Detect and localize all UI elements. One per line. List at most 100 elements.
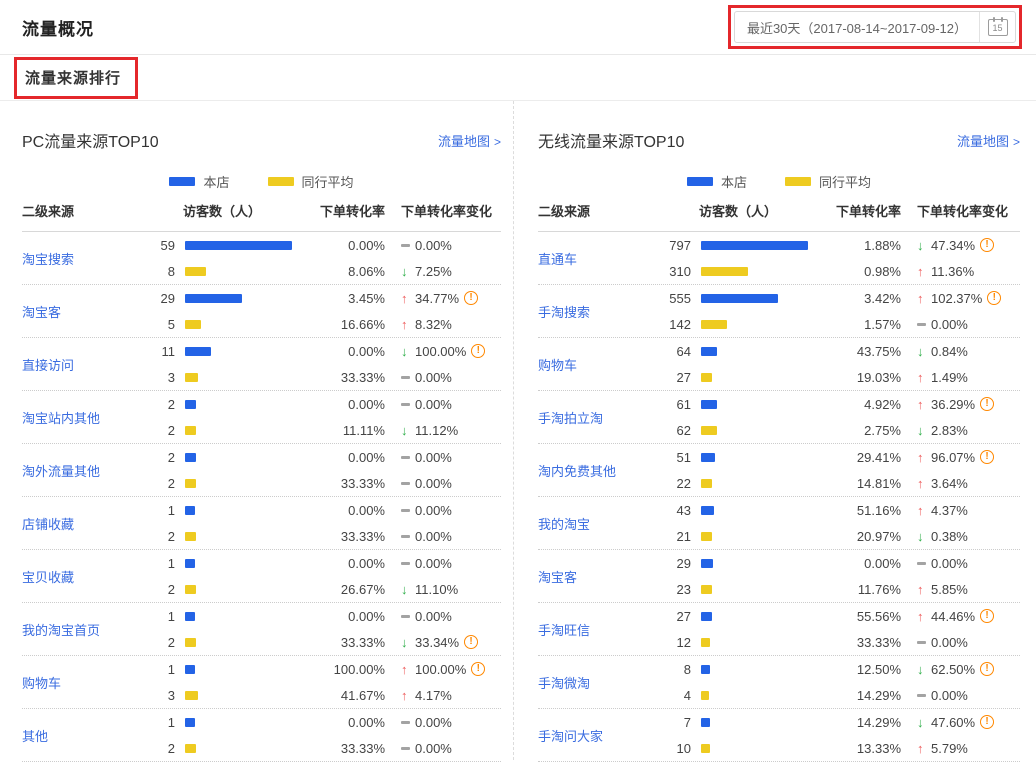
conversion-rate: 0.00% (305, 503, 385, 518)
source-link[interactable]: 其他 (22, 709, 147, 761)
warning-icon[interactable]: ! (980, 238, 994, 252)
visitors-count: 8 (663, 662, 691, 677)
arrow-glyph: ↓ (401, 583, 408, 596)
conversion-rate: 3.42% (821, 291, 901, 306)
pc-traffic-map-link[interactable]: 流量地图> (438, 131, 501, 150)
source-link[interactable]: 手淘拍立淘 (538, 391, 663, 443)
conversion-rate: 1.88% (821, 238, 901, 253)
source-link[interactable]: 淘宝客 (22, 285, 147, 337)
column-header-source: 二级来源 (22, 201, 147, 220)
arrow-glyph: ↑ (401, 663, 408, 676)
down-arrow-icon: ↓ (917, 345, 931, 358)
row-lines: 6443.75%↓0.84%2719.03%↑1.49% (663, 338, 1020, 390)
flat-dash-icon (401, 535, 415, 538)
visitors-count: 5 (147, 317, 175, 332)
peer-line: 516.66%↑8.32% (147, 311, 501, 337)
source-link[interactable]: 店铺收藏 (22, 497, 147, 549)
own-store-bar (701, 665, 710, 674)
own-line: 10.00%0.00% (147, 603, 501, 629)
source-link[interactable]: 购物车 (538, 338, 663, 390)
source-link[interactable]: 手淘旺信 (538, 603, 663, 655)
wireless-traffic-map-link-label: 流量地图 (957, 134, 1009, 149)
conversion-rate: 14.81% (821, 476, 901, 491)
warning-icon[interactable]: ! (980, 450, 994, 464)
own-line: 5553.42%↑102.37%! (663, 285, 1020, 311)
down-arrow-icon: ↓ (401, 345, 415, 358)
peer-average-bar (701, 744, 710, 753)
warning-icon[interactable]: ! (464, 635, 478, 649)
down-arrow-icon: ↓ (401, 265, 415, 278)
bar-track (185, 506, 305, 515)
table-row: 店铺收藏10.00%0.00%233.33%0.00% (22, 497, 501, 550)
row-lines: 10.00%0.00%233.33%0.00% (147, 709, 501, 761)
source-link[interactable]: 手淘问大家 (538, 709, 663, 761)
arrow-glyph: ↑ (917, 477, 924, 490)
wireless-traffic-map-link[interactable]: 流量地图> (957, 131, 1020, 150)
arrow-glyph: ↓ (401, 636, 408, 649)
table-row: 直通车7971.88%↓47.34%!3100.98%↑11.36% (538, 232, 1020, 285)
row-lines: 5129.41%↑96.07%!2214.81%↑3.64% (663, 444, 1020, 496)
bar-track (185, 373, 305, 382)
warning-icon[interactable]: ! (980, 397, 994, 411)
source-link[interactable]: 手淘搜索 (538, 285, 663, 337)
source-link[interactable]: 我的淘宝首页 (22, 603, 147, 655)
flat-dash (401, 615, 410, 618)
conversion-change: ↑1.49% (901, 370, 1020, 385)
source-link[interactable]: 宝贝收藏 (22, 550, 147, 602)
flat-dash-icon (917, 694, 931, 697)
own-line: 10.00%0.00% (147, 550, 501, 576)
bar-track (701, 665, 821, 674)
peer-line: 226.67%↓11.10% (147, 576, 501, 602)
conversion-rate: 3.45% (305, 291, 385, 306)
source-link[interactable]: 淘内免费其他 (538, 444, 663, 496)
conversion-change-value: 0.00% (931, 688, 968, 703)
visitors-count: 2 (147, 476, 175, 491)
warning-icon[interactable]: ! (980, 662, 994, 676)
pc-table-header: 二级来源 访客数（人） 下单转化率 下单转化率变化 (22, 201, 501, 232)
conversion-rate: 8.06% (305, 264, 385, 279)
conversion-change: ↓100.00%! (385, 344, 501, 359)
warning-icon[interactable]: ! (464, 291, 478, 305)
page-title: 流量概况 (22, 15, 94, 40)
conversion-change-value: 0.38% (931, 529, 968, 544)
conversion-change: 0.00% (385, 476, 501, 491)
own-store-bar (701, 294, 778, 303)
source-link[interactable]: 我的淘宝 (538, 497, 663, 549)
peer-line: 233.33%0.00% (147, 523, 501, 549)
source-link[interactable]: 直接访问 (22, 338, 147, 390)
source-link[interactable]: 淘宝站内其他 (22, 391, 147, 443)
conversion-change-value: 5.85% (931, 582, 968, 597)
conversion-rate: 0.00% (305, 609, 385, 624)
arrow-glyph: ↑ (917, 398, 924, 411)
flat-dash (917, 323, 926, 326)
bar-track (185, 612, 305, 621)
calendar-button[interactable]: 15 (979, 12, 1015, 42)
conversion-change-value: 62.50% (931, 662, 975, 677)
own-line: 20.00%0.00% (147, 391, 501, 417)
source-link[interactable]: 直通车 (538, 232, 663, 284)
source-link[interactable]: 手淘微淘 (538, 656, 663, 708)
own-store-bar (185, 294, 242, 303)
warning-icon[interactable]: ! (987, 291, 1001, 305)
date-range-picker[interactable]: 最近30天（2017-08-14~2017-09-12） 15 (734, 11, 1016, 43)
source-link[interactable]: 淘外流量其他 (22, 444, 147, 496)
arrow-glyph: ↓ (917, 716, 924, 729)
source-link[interactable]: 淘宝搜索 (22, 232, 147, 284)
flat-dash (401, 509, 410, 512)
up-arrow-icon: ↑ (917, 477, 931, 490)
warning-icon[interactable]: ! (471, 662, 485, 676)
down-arrow-icon: ↓ (401, 636, 415, 649)
source-link[interactable]: 购物车 (22, 656, 147, 708)
own-store-bar (185, 241, 292, 250)
bar-track (701, 320, 821, 329)
warning-icon[interactable]: ! (471, 344, 485, 358)
warning-icon[interactable]: ! (980, 715, 994, 729)
flat-dash-icon (401, 456, 415, 459)
conversion-rate: 1.57% (821, 317, 901, 332)
conversion-change-value: 0.00% (415, 238, 452, 253)
source-link[interactable]: 淘宝客 (538, 550, 663, 602)
warning-icon[interactable]: ! (980, 609, 994, 623)
own-line: 812.50%↓62.50%! (663, 656, 1020, 682)
table-row: 手淘微淘812.50%↓62.50%!414.29%0.00% (538, 656, 1020, 709)
up-arrow-icon: ↑ (917, 371, 931, 384)
